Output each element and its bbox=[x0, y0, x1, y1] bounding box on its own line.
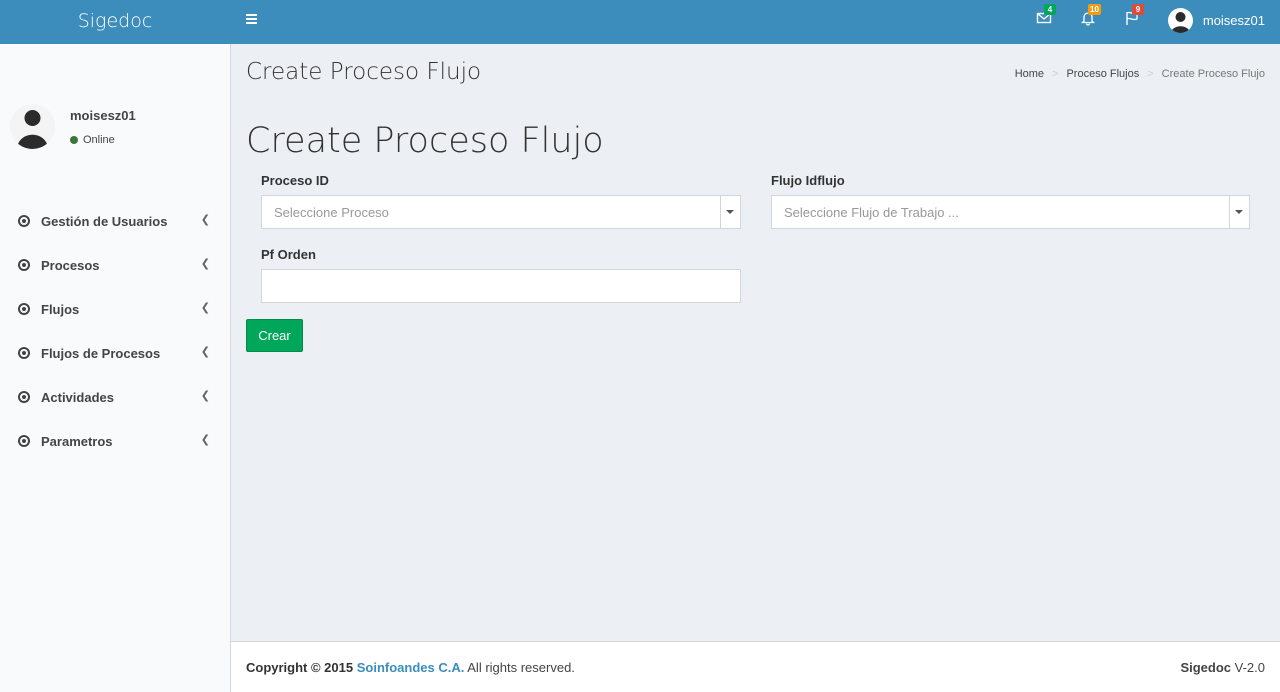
user-avatar bbox=[10, 104, 55, 149]
chevron-left-icon: ❮ bbox=[200, 214, 210, 226]
breadcrumb-section[interactable]: Proceso Flujos bbox=[1066, 68, 1139, 80]
sidebar-item-actividades[interactable]: Actividades ❮ bbox=[0, 375, 230, 419]
footer-app-name: Sigedoc bbox=[1180, 660, 1232, 675]
page-title: Create Proceso Flujo bbox=[246, 59, 482, 85]
version-text: V-2.0 bbox=[1234, 660, 1265, 675]
circle-dot-icon bbox=[18, 215, 30, 227]
copyright-prefix: Copyright © 2015 bbox=[246, 660, 354, 675]
chevron-left-icon: ❮ bbox=[200, 390, 210, 402]
chevron-left-icon: ❮ bbox=[200, 434, 210, 446]
mail-icon[interactable]: 4 bbox=[1036, 4, 1056, 28]
proceso-placeholder: Seleccione Proceso bbox=[274, 205, 389, 220]
circle-dot-icon bbox=[18, 303, 30, 315]
proceso-select[interactable]: Seleccione Proceso bbox=[261, 195, 741, 229]
mail-badge: 4 bbox=[1044, 4, 1056, 15]
orden-input[interactable] bbox=[261, 269, 741, 303]
chevron-down-icon[interactable] bbox=[720, 196, 740, 228]
flujo-placeholder: Seleccione Flujo de Trabajo ... bbox=[784, 205, 959, 220]
sidebar-toggle-icon[interactable] bbox=[240, 8, 262, 30]
header-avatar bbox=[1167, 7, 1193, 33]
circle-dot-icon bbox=[18, 259, 30, 271]
breadcrumb-home[interactable]: Home bbox=[1015, 68, 1044, 80]
circle-dot-icon bbox=[18, 347, 30, 359]
breadcrumb-separator: > bbox=[1052, 68, 1059, 80]
chevron-left-icon: ❮ bbox=[200, 346, 210, 358]
company-link[interactable]: Soinfoandes C.A. bbox=[357, 660, 465, 675]
sidebar-item-flujos-procesos[interactable]: Flujos de Procesos ❮ bbox=[0, 331, 230, 375]
breadcrumb-separator: > bbox=[1147, 68, 1154, 80]
sidebar: moisesz01 Online Gestión de Usuarios ❮ P… bbox=[0, 44, 231, 692]
chevron-down-icon[interactable] bbox=[1229, 196, 1249, 228]
crear-button[interactable]: Crear bbox=[246, 319, 303, 352]
flujo-label: Flujo Idflujo bbox=[771, 173, 845, 188]
sidebar-item-parametros[interactable]: Parametros ❮ bbox=[0, 419, 230, 463]
sidebar-item-label: Actividades bbox=[41, 389, 114, 405]
rights-text: All rights reserved. bbox=[467, 660, 575, 675]
footer-version: Sigedoc V-2.0 bbox=[1180, 660, 1265, 675]
sidebar-item-gestion-usuarios[interactable]: Gestión de Usuarios ❮ bbox=[0, 199, 230, 243]
online-status-icon bbox=[70, 136, 78, 144]
circle-dot-icon bbox=[18, 435, 30, 447]
chevron-left-icon: ❮ bbox=[200, 258, 210, 270]
bell-icon[interactable]: 10 bbox=[1080, 4, 1101, 28]
flag-icon[interactable]: 9 bbox=[1124, 4, 1144, 28]
footer-copyright: Copyright © 2015 Soinfoandes C.A. All ri… bbox=[246, 660, 575, 675]
user-menu[interactable]: moisesz01 bbox=[1167, 7, 1265, 33]
sidebar-item-label: Flujos de Procesos bbox=[41, 345, 161, 361]
flujo-select[interactable]: Seleccione Flujo de Trabajo ... bbox=[771, 195, 1250, 229]
breadcrumb-current: Create Proceso Flujo bbox=[1161, 68, 1265, 80]
orden-label: Pf Orden bbox=[261, 247, 316, 262]
proceso-label: Proceso ID bbox=[261, 173, 329, 188]
sidebar-item-flujos[interactable]: Flujos ❮ bbox=[0, 287, 230, 331]
sidebar-item-label: Parametros bbox=[41, 433, 113, 449]
app-logo[interactable]: Sigedoc bbox=[0, 0, 230, 44]
sidebar-item-label: Flujos bbox=[41, 301, 80, 317]
sidebar-item-label: Gestión de Usuarios bbox=[41, 213, 168, 229]
bell-badge: 10 bbox=[1088, 4, 1101, 15]
header-user-name: moisesz01 bbox=[1202, 12, 1265, 28]
sidebar-item-procesos[interactable]: Procesos ❮ bbox=[0, 243, 230, 287]
flag-badge: 9 bbox=[1132, 4, 1144, 15]
form-title: Create Proceso Flujo bbox=[246, 121, 604, 161]
sidebar-menu: Gestión de Usuarios ❮ Procesos ❮ Flujos … bbox=[0, 199, 230, 463]
sidebar-item-label: Procesos bbox=[41, 257, 100, 273]
chevron-left-icon: ❮ bbox=[200, 302, 210, 314]
status-text: Online bbox=[83, 134, 115, 146]
footer: Copyright © 2015 Soinfoandes C.A. All ri… bbox=[231, 641, 1280, 692]
user-panel: moisesz01 Online bbox=[10, 104, 220, 154]
breadcrumb: Home > Proceso Flujos > Create Proceso F… bbox=[1015, 68, 1265, 80]
circle-dot-icon bbox=[18, 391, 30, 403]
user-status: Online bbox=[70, 134, 115, 146]
main-header: Sigedoc 4 10 9 moisesz01 bbox=[0, 0, 1280, 44]
sidebar-user-name: moisesz01 bbox=[70, 108, 136, 123]
